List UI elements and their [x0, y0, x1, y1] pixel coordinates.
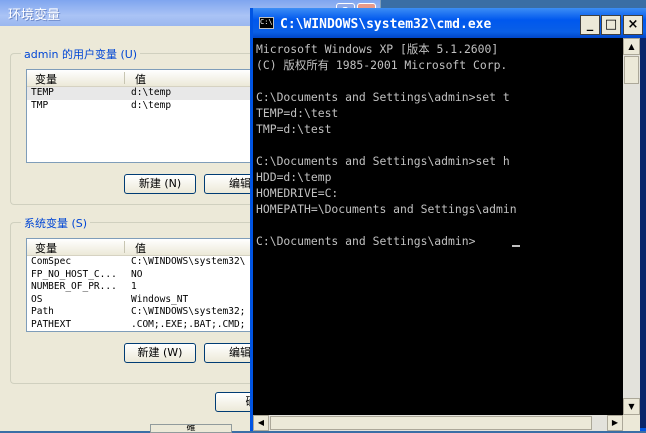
scroll-up-icon[interactable]: ▲ — [623, 38, 640, 55]
scrollbar-corner — [623, 415, 640, 431]
system-new-button[interactable]: 新建 (W) — [124, 343, 196, 363]
maximize-button[interactable]: □ — [601, 15, 621, 35]
variable-value: .COM;.EXE;.BAT;.CMD; — [131, 318, 246, 330]
horizontal-scroll-thumb[interactable] — [270, 416, 592, 430]
variable-name: PATHEXT — [31, 318, 72, 330]
variable-name: Path — [31, 306, 54, 317]
text-cursor-icon — [512, 245, 520, 247]
variable-value: NO — [131, 268, 143, 280]
variable-value: 1 — [131, 281, 137, 292]
console-area[interactable]: Microsoft Windows XP [版本 5.1.2600] (C) 版… — [253, 38, 623, 415]
variable-name: NUMBER_OF_PR... — [31, 281, 117, 292]
variable-value: d:\temp — [131, 87, 172, 98]
system-variables-legend: 系统变量 (S) — [21, 215, 91, 231]
column-separator[interactable] — [124, 72, 125, 84]
scroll-down-icon[interactable]: ▼ — [623, 398, 640, 415]
column-header-value[interactable]: 值 — [135, 240, 146, 256]
variable-value: C:\WINDOWS\system32\ — [131, 256, 246, 267]
cmd-window-title: C:\WINDOWS\system32\cmd.exe — [280, 17, 492, 32]
underlying-dialog-tab: 確 — [150, 424, 232, 433]
cmd-app-icon[interactable]: C:\ — [259, 17, 274, 29]
column-header-value[interactable]: 值 — [135, 71, 146, 87]
column-separator[interactable] — [124, 241, 125, 253]
scroll-left-icon[interactable]: ◀ — [253, 415, 269, 431]
variable-name: ComSpec — [31, 256, 72, 267]
vertical-scrollbar[interactable]: ▲ ▼ — [623, 38, 640, 415]
cmd-titlebar[interactable]: C:\ C:\WINDOWS\system32\cmd.exe _ □ × — [253, 8, 646, 38]
variable-value: d:\temp — [131, 99, 172, 111]
command-prompt-window: C:\ C:\WINDOWS\system32\cmd.exe _ □ × Mi… — [250, 8, 646, 431]
close-button[interactable]: × — [623, 15, 643, 35]
console-output: Microsoft Windows XP [版本 5.1.2600] (C) 版… — [256, 42, 517, 248]
minimize-button[interactable]: _ — [580, 15, 600, 35]
user-new-button[interactable]: 新建 (N) — [124, 174, 196, 194]
column-header-variable[interactable]: 变量 — [35, 71, 57, 87]
variable-name: TEMP — [31, 87, 54, 98]
variable-value: C:\WINDOWS\system32; — [131, 306, 246, 317]
env-dialog-title: 环境变量 — [8, 8, 61, 23]
user-variables-legend: admin 的用户变量 (U) — [21, 46, 141, 62]
variable-name: FP_NO_HOST_C... — [31, 268, 117, 280]
vertical-scroll-thumb[interactable] — [624, 56, 639, 84]
horizontal-scrollbar[interactable]: ◀ ▶ — [253, 415, 623, 431]
scroll-right-icon[interactable]: ▶ — [607, 415, 623, 431]
variable-name: TMP — [31, 99, 49, 111]
variable-name: OS — [31, 293, 43, 305]
column-header-variable[interactable]: 变量 — [35, 240, 57, 256]
variable-value: Windows_NT — [131, 293, 189, 305]
